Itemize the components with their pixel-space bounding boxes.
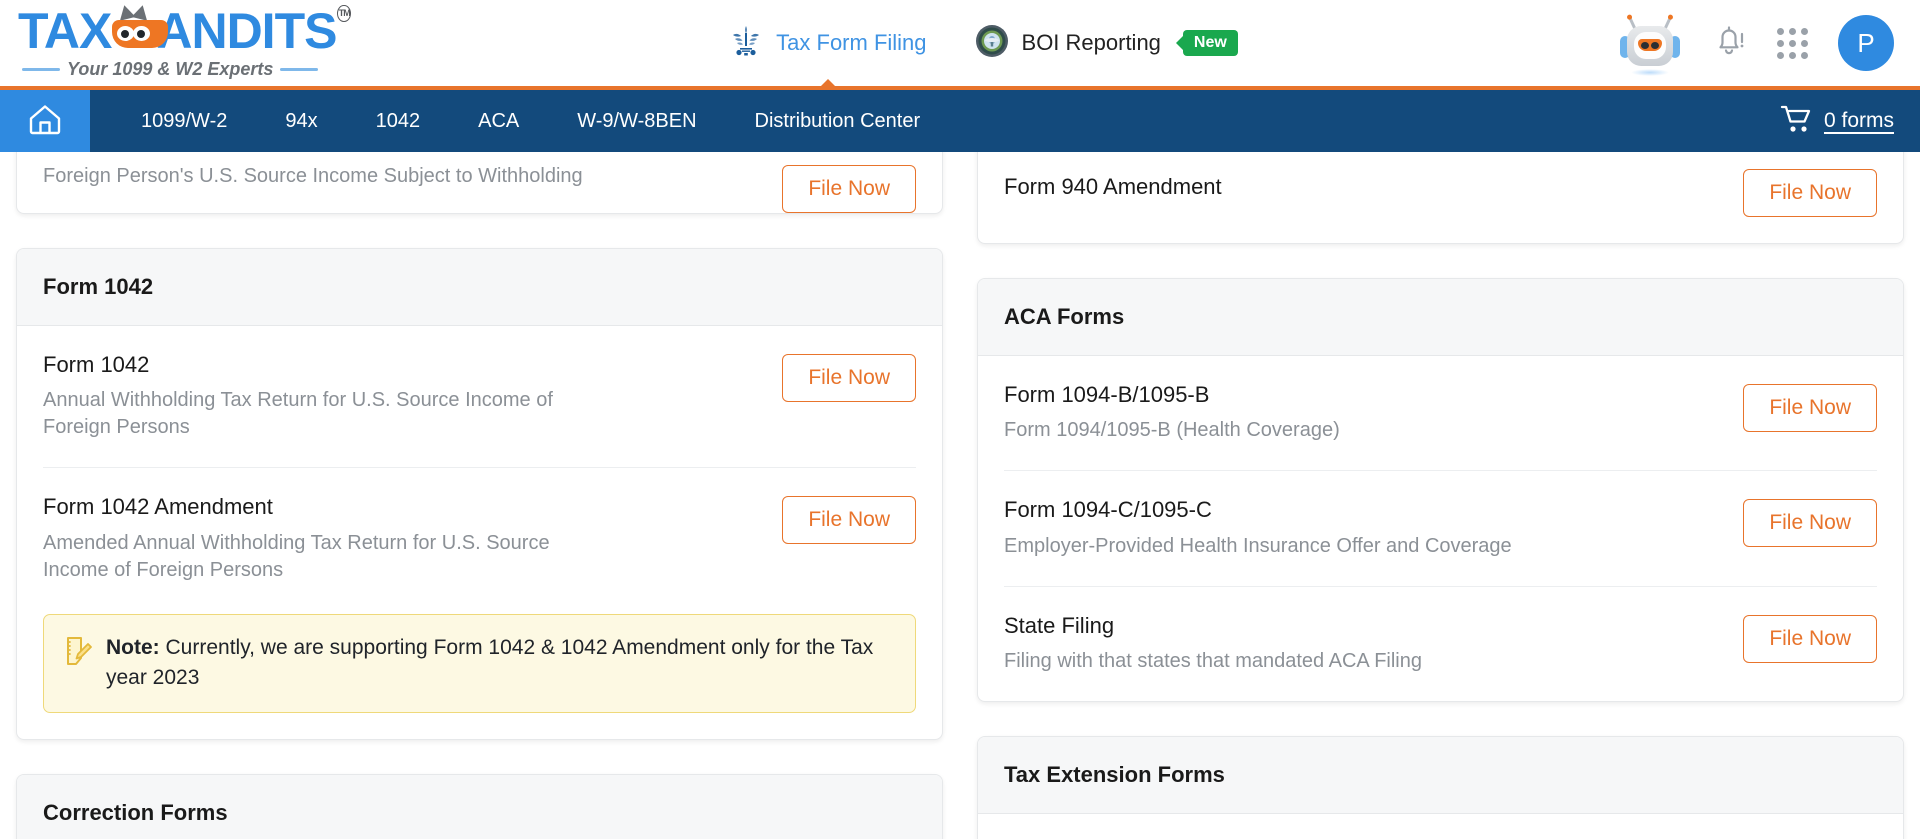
form-title: Form 1094-B/1095-B bbox=[1004, 382, 1210, 407]
user-avatar[interactable]: P bbox=[1838, 15, 1894, 71]
tagline-text: Your 1099 & W2 Experts bbox=[67, 59, 274, 79]
note-banner: Note: Currently, we are supporting Form … bbox=[43, 613, 916, 713]
partial-card-top-right: Form 940 Amendment File Now bbox=[977, 152, 1904, 244]
card-body: Form 1094-B/1095-B Form 1094/1095-B (Hea… bbox=[978, 356, 1903, 701]
file-now-button[interactable]: File Now bbox=[1743, 499, 1877, 548]
tagline-rule-right bbox=[280, 68, 319, 71]
card-aca-forms: ACA Forms Form 1094-B/1095-B Form 1094/1… bbox=[977, 278, 1904, 703]
header-item-label: BOI Reporting bbox=[1021, 30, 1161, 55]
form-title: Form 1094-C/1095-C bbox=[1004, 497, 1212, 523]
form-description: Foreign Person's U.S. Source Income Subj… bbox=[43, 165, 583, 187]
card-form-1042: Form 1042 Form 1042 Annual Withholding T… bbox=[16, 248, 943, 740]
trademark-icon: TM bbox=[337, 4, 351, 22]
owl-mask-icon bbox=[112, 3, 169, 48]
file-now-button[interactable]: File Now bbox=[782, 354, 916, 402]
table-row: Foreign Person's U.S. Source Income Subj… bbox=[43, 152, 916, 213]
fincen-seal-icon bbox=[975, 24, 1009, 63]
header-right-actions: P bbox=[1617, 12, 1920, 76]
card-tax-extension-forms: Tax Extension Forms Form 7004 Business T… bbox=[977, 736, 1904, 839]
left-column: Foreign Person's U.S. Source Income Subj… bbox=[16, 152, 943, 839]
table-row: State Filing Filing with that states tha… bbox=[1004, 587, 1877, 701]
home-icon bbox=[25, 100, 65, 143]
note-text: Note: Currently, we are supporting Form … bbox=[106, 633, 895, 694]
apps-grid-icon[interactable] bbox=[1777, 27, 1808, 59]
main-content: Foreign Person's U.S. Source Income Subj… bbox=[0, 152, 1920, 839]
form-description: Amended Annual Withholding Tax Return fo… bbox=[43, 531, 550, 581]
file-now-button[interactable]: File Now bbox=[1743, 614, 1877, 663]
forms-columns: Foreign Person's U.S. Source Income Subj… bbox=[16, 152, 1904, 839]
card-body: Form 7004 Business Tax Extension File No… bbox=[978, 814, 1903, 839]
card-correction-forms: Correction Forms Form W-2c Corrected Wag… bbox=[16, 773, 943, 839]
table-row: Form 1042 Amendment Amended Annual Withh… bbox=[43, 468, 916, 609]
chatbot-icon[interactable] bbox=[1617, 12, 1683, 76]
shopping-cart-icon bbox=[1780, 104, 1814, 139]
header-item-tax-form-filing[interactable]: Tax Form Filing bbox=[729, 0, 927, 86]
form-description: Annual Withholding Tax Return for U.S. S… bbox=[43, 389, 553, 439]
card-body: Form 1042 Annual Withholding Tax Return … bbox=[17, 326, 942, 713]
nav-item-aca[interactable]: ACA bbox=[449, 90, 548, 152]
table-row: Form 1094-B/1095-B Form 1094/1095-B (Hea… bbox=[1004, 356, 1877, 472]
tagline-rule-left bbox=[22, 68, 60, 71]
top-header: TAX ANDITS TM Your 1099 & W2 Experts Tax… bbox=[0, 0, 1920, 90]
form-description: Employer-Provided Health Insurance Offer… bbox=[1004, 534, 1512, 557]
note-label: Note: bbox=[106, 635, 160, 659]
form-title: Form 940 Amendment bbox=[1004, 174, 1222, 200]
cart-button[interactable]: 0 forms bbox=[1780, 90, 1920, 152]
nav-item-1099-w2[interactable]: 1099/W-2 bbox=[112, 90, 256, 152]
file-now-button[interactable]: File Now bbox=[782, 496, 916, 545]
note-body: Currently, we are supporting Form 1042 &… bbox=[106, 635, 874, 690]
card-heading: ACA Forms bbox=[978, 279, 1903, 356]
nav-item-distribution-center[interactable]: Distribution Center bbox=[726, 90, 950, 152]
logo-text-tax: TAX bbox=[18, 3, 112, 59]
right-column: Form 940 Amendment File Now ACA Forms Fo… bbox=[977, 152, 1904, 839]
partial-card-top-left: Foreign Person's U.S. Source Income Subj… bbox=[16, 152, 943, 214]
table-row: Form 940 Amendment File Now bbox=[1004, 152, 1877, 243]
form-title: Form 1042 bbox=[43, 352, 150, 377]
notification-bell-icon[interactable] bbox=[1713, 24, 1747, 62]
brand-logo[interactable]: TAX ANDITS TM Your 1099 & W2 Experts bbox=[0, 3, 351, 80]
cart-count-label: 0 forms bbox=[1823, 109, 1894, 132]
logo-tagline: Your 1099 & W2 Experts bbox=[18, 59, 350, 80]
header-item-label: Tax Form Filing bbox=[776, 30, 927, 55]
main-navbar: 1099/W-2 94x 1042 ACA W-9/W-8BEN Distrib… bbox=[0, 90, 1920, 152]
irs-eagle-icon bbox=[729, 24, 763, 63]
table-row: Form 1042 Annual Withholding Tax Return … bbox=[43, 326, 916, 469]
table-row: Form 1094-C/1095-C Employer-Provided Hea… bbox=[1004, 471, 1877, 587]
nav-item-1042[interactable]: 1042 bbox=[347, 90, 450, 152]
header-product-nav: Tax Form Filing BOI Reporting New bbox=[350, 0, 1617, 86]
table-row: Form 7004 Business Tax Extension File No… bbox=[1004, 814, 1877, 839]
card-heading: Form 1042 bbox=[17, 249, 942, 326]
note-pencil-icon bbox=[64, 635, 92, 667]
card-heading: Tax Extension Forms bbox=[978, 737, 1903, 815]
logo-wordmark: TAX ANDITS TM bbox=[18, 3, 351, 59]
file-now-button[interactable]: File Now bbox=[782, 165, 916, 213]
nav-item-94x[interactable]: 94x bbox=[256, 90, 346, 152]
nav-items: 1099/W-2 94x 1042 ACA W-9/W-8BEN Distrib… bbox=[90, 90, 949, 152]
form-title: Form 1042 Amendment bbox=[43, 494, 273, 520]
form-title: State Filing bbox=[1004, 612, 1115, 638]
form-description: Filing with that states that mandated AC… bbox=[1004, 650, 1422, 673]
new-badge: New bbox=[1182, 30, 1238, 56]
header-item-boi-reporting[interactable]: BOI Reporting New bbox=[975, 0, 1238, 86]
nav-item-w9-w8ben[interactable]: W-9/W-8BEN bbox=[548, 90, 725, 152]
nav-home-button[interactable] bbox=[0, 90, 90, 152]
file-now-button[interactable]: File Now bbox=[1743, 169, 1877, 217]
card-heading: Correction Forms bbox=[17, 774, 942, 839]
file-now-button[interactable]: File Now bbox=[1743, 384, 1877, 432]
logo-text-andits: ANDITS bbox=[156, 3, 337, 59]
form-description: Form 1094/1095-B (Health Coverage) bbox=[1004, 419, 1340, 442]
